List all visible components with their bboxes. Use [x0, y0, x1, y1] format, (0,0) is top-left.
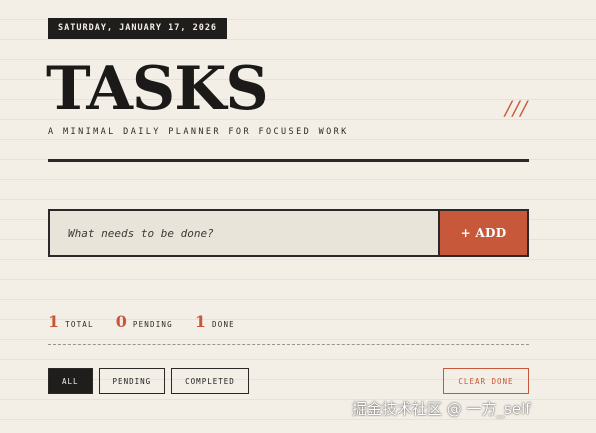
filter-bar: ALL PENDING COMPLETED — [48, 368, 255, 394]
filter-pending-button[interactable]: PENDING — [98, 368, 166, 394]
page-subtitle: A MINIMAL DAILY PLANNER FOR FOCUSED WORK — [48, 127, 349, 137]
stat-total-label: TOTAL — [65, 320, 94, 329]
new-task-form: + ADD — [48, 209, 529, 257]
new-task-input[interactable] — [50, 211, 440, 255]
stats-divider — [48, 344, 529, 345]
stat-total-value: 1 — [48, 312, 60, 331]
stat-done: 1 DONE — [195, 312, 235, 331]
clear-done-button[interactable]: CLEAR DONE — [443, 368, 529, 394]
filter-all-button[interactable]: ALL — [48, 368, 93, 394]
stat-pending-value: 0 — [115, 312, 127, 331]
filter-completed-button[interactable]: COMPLETED — [171, 368, 249, 394]
stat-done-label: DONE — [212, 320, 235, 329]
stat-pending: 0 PENDING — [116, 312, 173, 331]
page-title: TASKS — [46, 54, 269, 124]
decorative-slashes: /// — [505, 96, 529, 120]
stat-total: 1 TOTAL — [48, 312, 94, 331]
task-stats: 1 TOTAL 0 PENDING 1 DONE — [48, 312, 257, 331]
add-task-button[interactable]: + ADD — [440, 211, 527, 255]
stat-pending-label: PENDING — [132, 320, 173, 329]
watermark: 掘金技术社区 @ 一方_self — [352, 400, 531, 418]
stat-done-value: 1 — [194, 312, 207, 331]
header-divider — [48, 159, 529, 162]
date-badge: SATURDAY, JANUARY 17, 2026 — [48, 18, 228, 39]
